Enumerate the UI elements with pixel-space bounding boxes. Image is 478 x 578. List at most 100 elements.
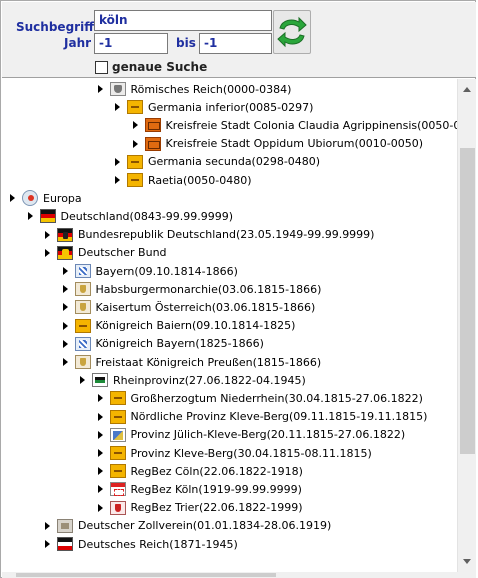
crest-icon [74, 355, 91, 369]
tree-node[interactable]: Kreisfreie Stadt Oppidum Ubiorum(0010-00… [130, 135, 424, 153]
tree-node[interactable]: Deutscher Bund [42, 244, 167, 262]
expand-arrow-icon[interactable] [10, 194, 15, 203]
tree-node[interactable]: Freistaat Königreich Preußen(1815-1866) [60, 353, 321, 371]
scroll-corner [457, 572, 476, 578]
tree-node[interactable]: Königreich Bayern(1825-1866) [60, 335, 264, 353]
year-from-input[interactable]: -1 [94, 33, 168, 54]
tree-node[interactable]: Großherzogtum Niederrhein(30.04.1815-27.… [95, 389, 423, 407]
search-window: Suchbegriff: köln Jahr -1 bis -1 genaue … [0, 0, 476, 578]
tree-node[interactable]: Kreisfreie Stadt Colonia Claudia Agrippi… [130, 116, 458, 134]
expand-arrow-icon[interactable] [27, 212, 33, 221]
expand-arrow-icon[interactable] [97, 430, 103, 439]
expand-arrow-icon[interactable] [97, 503, 103, 512]
exact-search-checkbox[interactable] [95, 61, 108, 74]
koeln-crest-icon [109, 482, 126, 497]
expand-arrow-icon[interactable] [97, 485, 103, 494]
tree-node-label: RegBez Trier(22.06.1822-1999) [130, 501, 303, 515]
expand-arrow-icon[interactable] [97, 394, 103, 403]
scroll-down-icon[interactable] [463, 559, 471, 564]
brd-flag-icon [57, 227, 73, 242]
tree-node-label: Germania secunda(0298-0480) [148, 155, 321, 169]
tree-node-label: Deutscher Zollverein(01.01.1834-28.06.19… [78, 519, 332, 533]
expand-arrow-icon[interactable] [62, 285, 68, 294]
horizontal-scrollbar[interactable] [2, 572, 457, 578]
tree-node[interactable]: Raetia(0050-0480) [112, 171, 252, 189]
provinz-icon [127, 100, 143, 115]
expand-arrow-icon[interactable] [97, 412, 103, 421]
tree-node-label: RegBez Cöln(22.06.1822-1918) [130, 464, 303, 478]
bavaria-crest-icon [74, 336, 91, 351]
tree-node-label: Bundesrepublik Deutschland(23.05.1949-99… [78, 228, 375, 242]
expand-arrow-icon[interactable] [62, 303, 68, 312]
tree-node[interactable]: Deutscher Zollverein(01.01.1834-28.06.19… [42, 517, 331, 535]
expand-arrow-icon[interactable] [45, 540, 50, 548]
tree-node-label: Deutschland(0843-99.99.9999) [60, 209, 234, 223]
tree-node[interactable]: Europa [7, 189, 82, 207]
expand-arrow-icon[interactable] [97, 449, 103, 457]
expand-arrow-icon[interactable] [45, 230, 50, 239]
expand-arrow-icon[interactable] [62, 321, 68, 330]
expand-arrow-icon[interactable] [97, 467, 103, 476]
bis-label: bis [176, 36, 196, 50]
tree-node-label: Nördliche Provinz Kleve-Berg(09.11.1815-… [130, 410, 428, 424]
tree-node-label: Deutscher Bund [78, 246, 167, 260]
search-panel: Suchbegriff: köln Jahr -1 bis -1 genaue … [2, 2, 476, 78]
tree-node-label: RegBez Köln(1919-99.99.9999) [130, 482, 302, 496]
search-term-input[interactable]: köln [94, 10, 272, 31]
tree-node[interactable]: Provinz Jülich-Kleve-Berg(20.11.1815-27.… [95, 426, 406, 444]
tree-node[interactable]: Königreich Baiern(09.10.1814-1825) [60, 317, 295, 335]
hscroll-thumb[interactable] [16, 573, 276, 577]
expand-arrow-icon[interactable] [115, 176, 120, 184]
provinz-icon [109, 409, 126, 424]
crest-icon [109, 82, 126, 96]
tree-node[interactable]: Habsburgermonarchie(03.06.1815-1866) [60, 280, 321, 298]
expand-arrow-icon[interactable] [97, 85, 103, 93]
refresh-icon [277, 16, 307, 48]
vertical-scrollbar[interactable] [457, 79, 476, 572]
tree-node[interactable]: Germania secunda(0298-0480) [112, 153, 320, 171]
tree-node-label: Kreisfreie Stadt Colonia Claudia Agrippi… [165, 118, 458, 132]
provinz-icon [127, 173, 143, 187]
trier-crest-icon [109, 500, 126, 515]
tree-node[interactable]: RegBez Trier(22.06.1822-1999) [95, 499, 303, 517]
expand-arrow-icon[interactable] [62, 358, 68, 366]
expand-arrow-icon[interactable] [62, 339, 68, 348]
expand-arrow-icon[interactable] [115, 157, 120, 166]
tree-node-label: Provinz Kleve-Berg(30.04.1815-08.11.1815… [130, 446, 372, 460]
tree-node[interactable]: Germania inferior(0085-0297) [112, 98, 313, 116]
tree-node-label: Germania inferior(0085-0297) [148, 100, 314, 114]
tree-node[interactable]: Rheinprovinz(27.06.1822-04.1945) [77, 371, 306, 389]
tree-node[interactable]: Römisches Reich(0000-0384) [95, 80, 291, 98]
expand-arrow-icon[interactable] [115, 103, 120, 112]
refresh-button[interactable] [273, 10, 311, 54]
tree-node-label: Großherzogtum Niederrhein(30.04.1815-27.… [130, 391, 423, 405]
scroll-up-icon[interactable] [463, 87, 471, 92]
expand-arrow-icon[interactable] [62, 267, 68, 275]
tree-node[interactable]: Kaisertum Österreich(03.06.1815-1866) [60, 298, 315, 316]
tree-node[interactable]: Provinz Kleve-Berg(30.04.1815-08.11.1815… [95, 444, 372, 462]
tree-node-label: Provinz Jülich-Kleve-Berg(20.11.1815-27.… [130, 428, 406, 442]
tree-node[interactable]: Bayern(09.10.1814-1866) [60, 262, 238, 280]
year-to-input[interactable]: -1 [199, 33, 272, 54]
tree-node-label: Europa [43, 191, 82, 205]
year-label: Jahr [64, 36, 92, 50]
tree-node-label: Kreisfreie Stadt Oppidum Ubiorum(0010-00… [165, 137, 424, 151]
tree-view[interactable]: Römisches Reich(0000-0384) Germania infer… [2, 79, 457, 572]
tree-node[interactable]: Deutsches Reich(1871-1945) [42, 535, 238, 553]
provinz-icon [109, 391, 126, 406]
expand-arrow-icon[interactable] [132, 139, 138, 148]
expand-arrow-icon[interactable] [45, 521, 50, 530]
expand-arrow-icon[interactable] [45, 248, 50, 257]
expand-arrow-icon[interactable] [132, 121, 138, 130]
tree-node[interactable]: Bundesrepublik Deutschland(23.05.1949-99… [42, 226, 374, 244]
tree-node[interactable]: RegBez Cöln(22.06.1822-1918) [95, 462, 303, 480]
expand-arrow-icon[interactable] [80, 376, 85, 385]
crest-icon [74, 300, 91, 315]
tree-node[interactable]: RegBez Köln(1919-99.99.9999) [95, 480, 302, 498]
reich-flag-icon [57, 537, 73, 551]
rheinprovinz-icon [92, 373, 108, 388]
scroll-thumb[interactable] [460, 148, 475, 454]
tree-node[interactable]: Deutschland(0843-99.99.9999) [25, 207, 234, 225]
tree-node[interactable]: Nördliche Provinz Kleve-Berg(09.11.1815-… [95, 408, 428, 426]
provinz-icon [109, 464, 126, 479]
